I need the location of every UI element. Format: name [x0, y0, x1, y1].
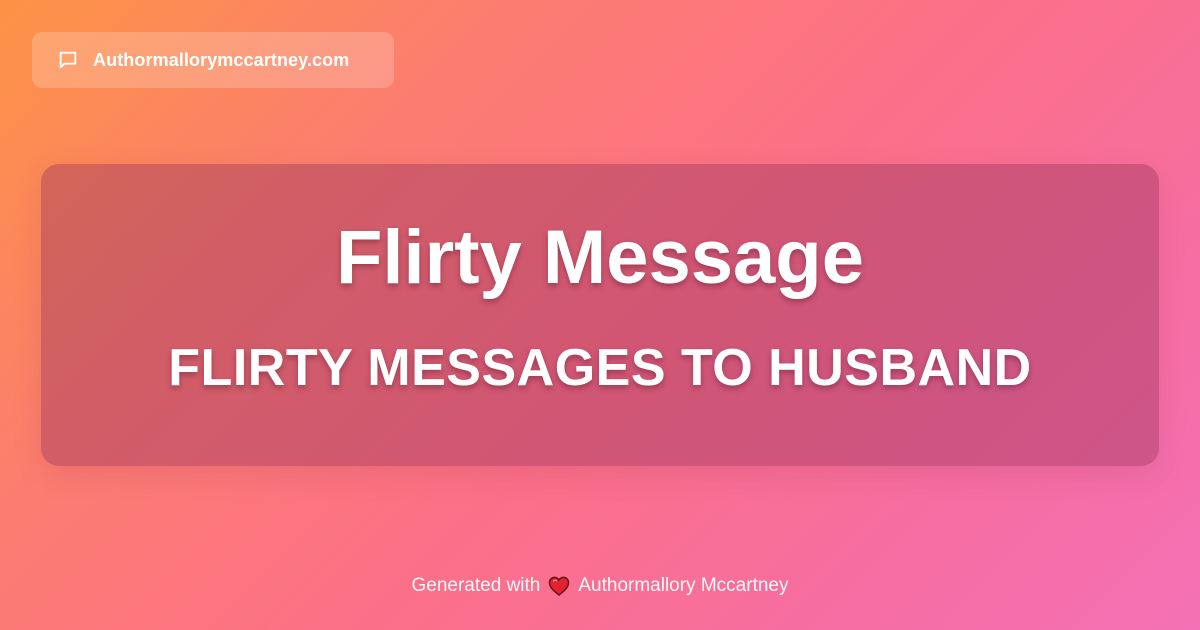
- site-badge[interactable]: Authormallorymccartney.com: [32, 32, 394, 88]
- page-title: Flirty Message: [336, 215, 864, 300]
- footer-prefix: Generated with: [411, 575, 541, 596]
- site-domain[interactable]: Authormallorymccartney.com: [93, 50, 349, 71]
- footer-credit: Generated with Authormallory Mccartney: [0, 575, 1200, 597]
- page-subtitle: FLIRTY MESSAGES TO HUSBAND: [168, 339, 1032, 397]
- message-square-icon: [56, 48, 80, 72]
- heart-icon: [548, 576, 570, 596]
- hero-card: Flirty Message FLIRTY MESSAGES TO HUSBAN…: [41, 164, 1159, 466]
- footer-author: Authormallory Mccartney: [578, 575, 789, 596]
